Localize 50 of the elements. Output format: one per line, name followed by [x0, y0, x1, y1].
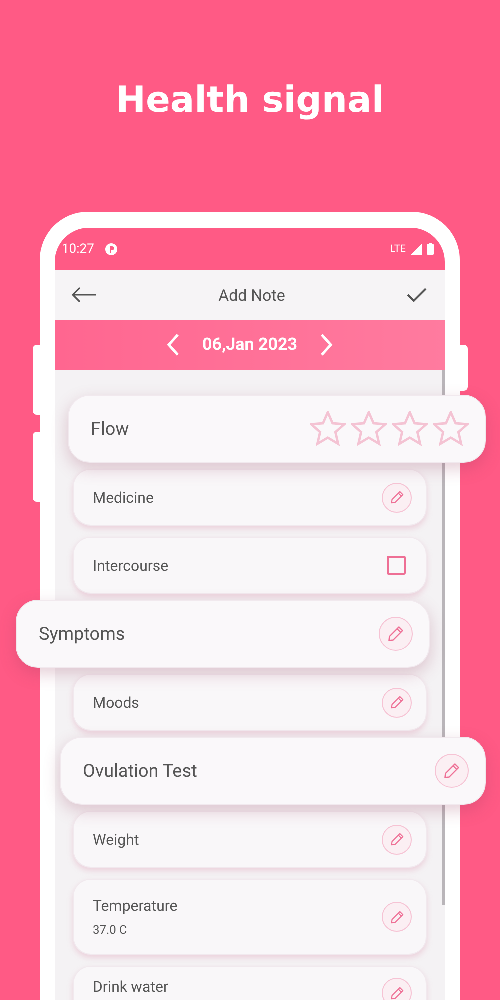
list-card[interactable]: Temperature 37.0 C [73, 879, 427, 955]
screen-title: Add Note [218, 286, 286, 304]
list-card[interactable]: Medicine [73, 469, 427, 526]
list-card[interactable]: Intercourse [73, 537, 427, 594]
edit-button[interactable] [382, 688, 412, 718]
pencil-icon [443, 762, 461, 780]
network-type: LTE [390, 244, 406, 254]
pencil-icon [390, 490, 404, 505]
date-label: 06,Jan 2023 [202, 335, 298, 355]
edit-button[interactable] [435, 754, 469, 788]
status-time: 10:27 [62, 242, 94, 256]
edit-button[interactable] [379, 617, 413, 651]
edit-button[interactable] [382, 978, 412, 1000]
pencil-icon [390, 832, 404, 847]
edit-button[interactable] [382, 482, 412, 512]
battery-icon [427, 243, 434, 255]
star-icon[interactable] [433, 411, 469, 447]
item-label: Intercourse [93, 556, 169, 574]
item-label: Medicine [93, 488, 154, 506]
back-arrow-icon[interactable] [71, 287, 97, 303]
edit-button[interactable] [382, 824, 412, 854]
previous-chevron-icon[interactable] [166, 333, 180, 357]
raised-card[interactable]: Flow [68, 395, 486, 463]
list-card[interactable]: Moods [73, 674, 427, 731]
edit-button[interactable] [382, 902, 412, 932]
checkmark-icon[interactable] [407, 287, 427, 303]
next-chevron-icon[interactable] [320, 333, 334, 357]
app-notification-icon [105, 242, 118, 256]
item-label: Symptoms [39, 624, 126, 644]
raised-card[interactable]: Symptoms [16, 600, 430, 668]
pencil-icon [390, 910, 404, 924]
star-icon[interactable] [392, 411, 428, 447]
pencil-icon [390, 986, 404, 1000]
list-card[interactable]: Drink water [73, 966, 427, 1000]
pencil-icon [390, 695, 404, 710]
item-label: Temperature [93, 897, 178, 915]
item-label: Weight [93, 830, 140, 848]
checkbox[interactable] [387, 556, 406, 575]
item-label: Drink water [93, 978, 169, 996]
raised-card[interactable]: Ovulation Test [60, 737, 486, 805]
item-label: Flow [91, 418, 130, 440]
list-card[interactable]: Weight [73, 811, 427, 868]
signal-icon [411, 244, 422, 254]
star-icon[interactable] [351, 411, 387, 447]
headline: Health signal [116, 79, 384, 123]
pencil-icon [387, 625, 405, 643]
item-label: Moods [93, 694, 140, 712]
item-value: 37.0 C [93, 923, 128, 937]
star-icon[interactable] [310, 411, 346, 447]
item-label: Ovulation Test [83, 760, 198, 782]
